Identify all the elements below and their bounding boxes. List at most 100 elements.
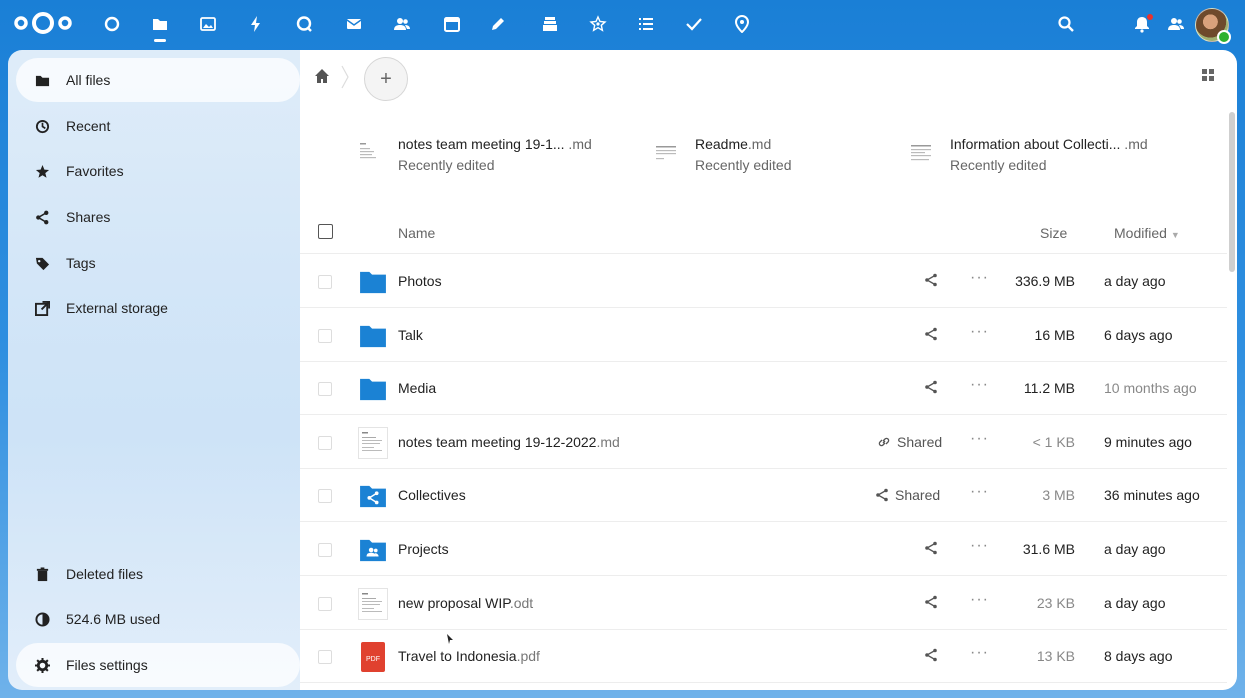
more-actions-button[interactable]: ··· bbox=[970, 591, 989, 609]
link-icon bbox=[878, 437, 890, 446]
table-row[interactable]: PDF Travel to Indonesia.pdf ··· 13 KB 8 days… bbox=[300, 630, 1227, 684]
table-row[interactable]: Media ··· 11.2 MB 10 months ago bbox=[300, 362, 1227, 416]
dashboard-app-icon[interactable] bbox=[96, 0, 128, 48]
recent-file-card[interactable]: notes team meeting 19-1... .md Recently … bbox=[358, 134, 592, 184]
more-actions-button[interactable]: ··· bbox=[970, 376, 989, 394]
more-actions-button[interactable]: ··· bbox=[970, 483, 989, 501]
share-icon bbox=[925, 595, 937, 608]
file-modified: a day ago bbox=[1104, 594, 1166, 611]
table-row[interactable]: Collectives Shared ··· 3 MB 36 minutes ago bbox=[300, 469, 1227, 523]
table-row[interactable]: new proposal WIP.odt ··· 23 KB a day ago bbox=[300, 577, 1227, 630]
share-icon bbox=[925, 541, 937, 555]
nextcloud-logo[interactable] bbox=[12, 10, 74, 36]
search-icon[interactable] bbox=[1048, 0, 1084, 48]
recent-file-card[interactable]: Readme.md Recently edited bbox=[655, 134, 792, 184]
row-checkbox[interactable] bbox=[318, 596, 332, 611]
sidebar-item-deleted-files[interactable]: Deleted files bbox=[16, 552, 300, 596]
file-modified: 36 minutes ago bbox=[1104, 487, 1200, 504]
activity-app-icon[interactable] bbox=[240, 0, 272, 48]
file-size: < 1 KB bbox=[1032, 433, 1075, 450]
pdf-file-icon: PDF bbox=[361, 642, 385, 673]
recent-file-card[interactable]: Information about Collecti... .md Recent… bbox=[910, 134, 1148, 184]
row-checkbox[interactable] bbox=[318, 489, 332, 504]
sidebar-item-files-settings[interactable]: Files settings bbox=[16, 643, 300, 687]
contacts-app-icon[interactable] bbox=[386, 0, 418, 48]
notes-app-icon[interactable] bbox=[482, 0, 514, 48]
recent-file-name: notes team meeting 19-1... .md bbox=[398, 136, 592, 152]
share-button[interactable] bbox=[924, 327, 938, 341]
sidebar-item-favorites[interactable]: Favorites bbox=[16, 149, 300, 193]
new-file-button[interactable]: + bbox=[364, 57, 408, 101]
file-name[interactable]: Projects bbox=[398, 541, 449, 557]
column-modified-header[interactable]: Modified ▼ bbox=[1114, 225, 1180, 241]
calendar-app-icon[interactable] bbox=[436, 0, 468, 48]
folder-icon bbox=[360, 325, 386, 347]
share-button[interactable] bbox=[924, 380, 938, 394]
share-button[interactable] bbox=[924, 595, 938, 609]
folder-icon bbox=[360, 379, 386, 401]
share-icon bbox=[925, 380, 937, 394]
sidebar-item-shares[interactable]: Shares bbox=[16, 195, 300, 239]
file-size: 13 KB bbox=[1036, 648, 1075, 665]
file-name[interactable]: Collectives bbox=[398, 487, 466, 503]
list-app-icon[interactable] bbox=[630, 0, 662, 48]
more-actions-button[interactable]: ··· bbox=[970, 269, 989, 287]
star-icon bbox=[34, 163, 50, 179]
contacts-menu-icon[interactable] bbox=[1158, 0, 1194, 48]
maps-app-icon[interactable] bbox=[726, 0, 758, 48]
sidebar-item-label: External storage bbox=[66, 300, 168, 316]
files-app-icon[interactable] bbox=[144, 0, 176, 48]
table-row[interactable]: Projects ··· 31.6 MB a day ago bbox=[300, 523, 1227, 576]
home-icon[interactable] bbox=[314, 68, 330, 84]
more-actions-button[interactable]: ··· bbox=[970, 537, 989, 555]
scrollbar[interactable] bbox=[1229, 112, 1235, 272]
more-actions-button[interactable]: ··· bbox=[970, 430, 989, 448]
table-row[interactable]: notes team meeting 19-12-2022.md Shared ··… bbox=[300, 416, 1227, 469]
shared-button[interactable]: Shared bbox=[877, 434, 942, 450]
select-all-checkbox[interactable] bbox=[318, 224, 333, 239]
notifications-bell-icon[interactable] bbox=[1124, 0, 1160, 48]
checkmark-app-icon[interactable] bbox=[678, 0, 710, 48]
row-checkbox[interactable] bbox=[318, 650, 332, 665]
table-row[interactable]: Talk ··· 16 MB 6 days ago bbox=[300, 309, 1227, 362]
sidebar-item-all-files[interactable]: All files bbox=[16, 58, 300, 102]
sidebar-item-recent[interactable]: Recent bbox=[16, 104, 300, 148]
mail-app-icon[interactable] bbox=[338, 0, 370, 48]
trash-icon bbox=[34, 566, 50, 582]
file-name[interactable]: Media bbox=[398, 380, 436, 396]
recent-file-status: Recently edited bbox=[695, 157, 792, 173]
shared-button[interactable]: Shared bbox=[875, 487, 940, 503]
share-button[interactable] bbox=[924, 648, 938, 662]
column-size-header[interactable]: Size bbox=[1040, 225, 1067, 241]
grid-view-icon[interactable] bbox=[1200, 67, 1216, 83]
sidebar-quota[interactable]: 524.6 MB used bbox=[16, 597, 300, 641]
file-name[interactable]: Photos bbox=[398, 273, 442, 289]
online-status-icon bbox=[1217, 30, 1231, 44]
row-checkbox[interactable] bbox=[318, 543, 332, 557]
folder-icon bbox=[360, 271, 386, 294]
sidebar-item-tags[interactable]: Tags bbox=[16, 241, 300, 285]
tasks-star-app-icon[interactable] bbox=[582, 0, 614, 48]
share-button[interactable] bbox=[924, 541, 938, 555]
sidebar-item-external-storage[interactable]: External storage bbox=[16, 286, 300, 330]
more-actions-button[interactable]: ··· bbox=[970, 323, 989, 341]
recent-file-name: Readme.md bbox=[695, 136, 772, 152]
row-checkbox[interactable] bbox=[318, 435, 332, 450]
deck-app-icon[interactable] bbox=[534, 0, 566, 48]
photos-app-icon[interactable] bbox=[192, 0, 224, 48]
user-avatar[interactable] bbox=[1195, 8, 1231, 44]
file-name[interactable]: Talk bbox=[398, 327, 423, 343]
share-button[interactable] bbox=[924, 273, 938, 287]
row-checkbox[interactable] bbox=[318, 382, 332, 397]
row-checkbox[interactable] bbox=[318, 275, 332, 289]
file-size: 31.6 MB bbox=[1022, 541, 1075, 557]
file-modified: a day ago bbox=[1104, 541, 1166, 557]
file-name[interactable]: new proposal WIP.odt bbox=[398, 595, 533, 611]
talk-app-icon[interactable] bbox=[288, 0, 320, 48]
file-name[interactable]: Travel to Indonesia.pdf bbox=[398, 648, 540, 664]
row-checkbox[interactable] bbox=[318, 328, 332, 343]
more-actions-button[interactable]: ··· bbox=[970, 644, 989, 662]
file-name[interactable]: notes team meeting 19-12-2022.md bbox=[398, 434, 620, 450]
column-name-header[interactable]: Name bbox=[398, 225, 435, 241]
table-row[interactable]: Photos ··· 336.9 MB a day ago bbox=[300, 255, 1227, 308]
